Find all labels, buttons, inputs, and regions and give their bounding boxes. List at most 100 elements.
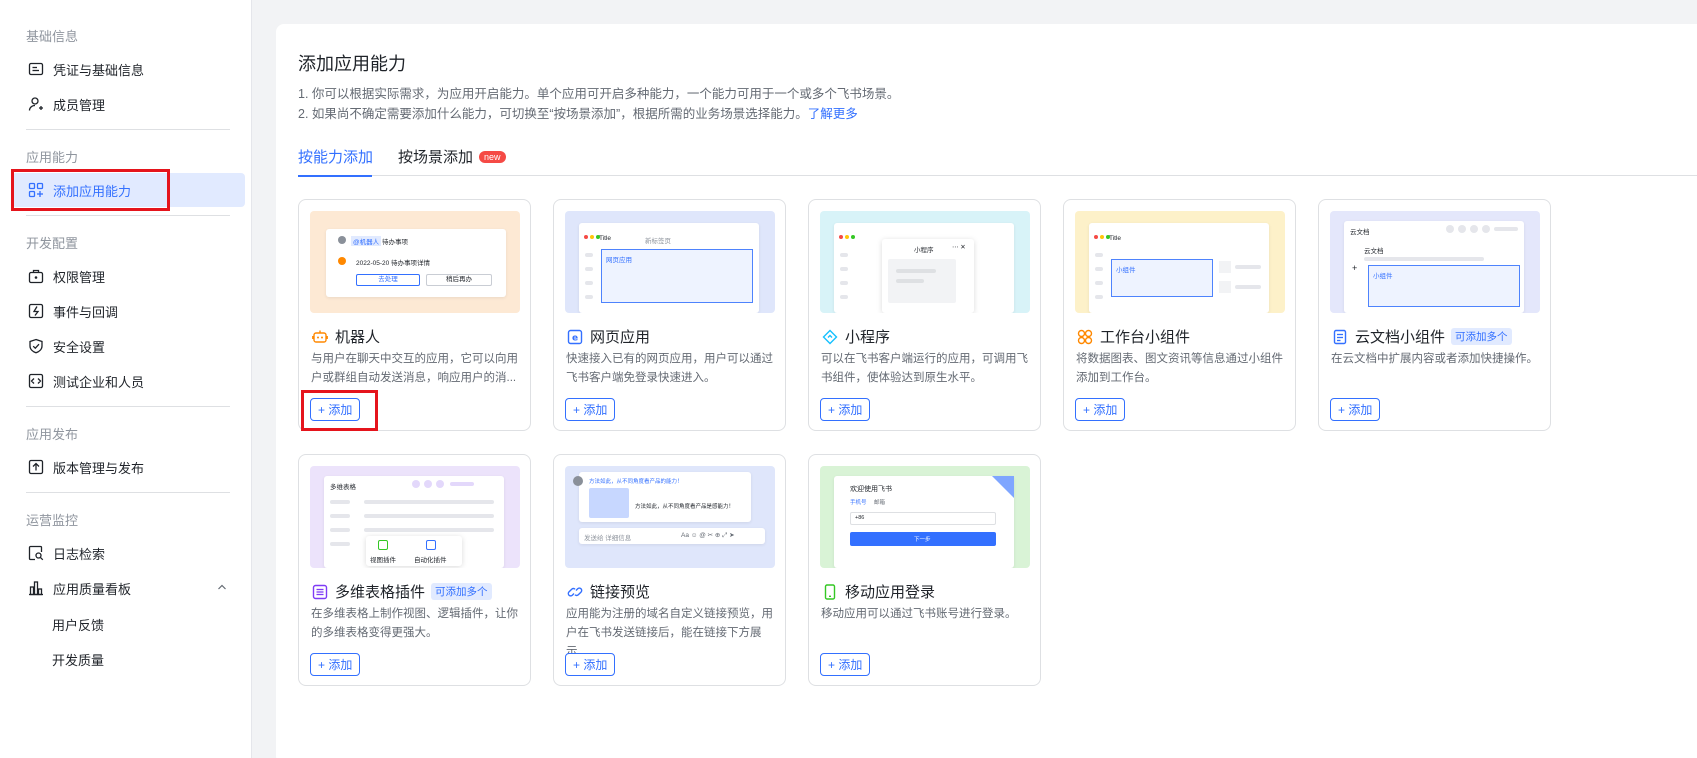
sidebar-item-security[interactable]: 安全设置 xyxy=(12,329,245,363)
sidebar-item-add-capability[interactable]: 添加应用能力 xyxy=(12,173,245,207)
phone-input: +86 xyxy=(850,512,996,525)
divider xyxy=(26,492,230,493)
card-description: 将数据图表、图文资讯等信息通过小组件添加到工作台。 xyxy=(1076,353,1283,384)
widget-icon xyxy=(1076,328,1094,346)
web-app-frame: 网页应用 xyxy=(601,249,753,303)
chat-input-placeholder: 发送给 详细信息 xyxy=(584,535,632,542)
multi-add-badge: 可添加多个 xyxy=(431,583,492,600)
test-icon xyxy=(27,372,45,390)
link-text-2: 方法如此，从不同角度看产品是感能力！ xyxy=(635,504,735,510)
automation-plugin-icon xyxy=(426,540,436,550)
card-title-text: 链接预览 xyxy=(590,584,651,601)
link-preview-preview: 方法如此，从不同角度看产品的能力！ 方法如此，从不同角度看产品是感能力！ 发送给… xyxy=(565,466,775,568)
login-tab-email: 邮箱 xyxy=(874,500,886,506)
link-thumbnail xyxy=(589,488,629,518)
add-mobile-login-button[interactable]: + 添加 xyxy=(820,653,871,676)
card-title-text: 工作台小组件 xyxy=(1100,329,1191,346)
doc-widget-frame: 小组件 xyxy=(1368,265,1520,307)
add-mini-program-button[interactable]: + 添加 xyxy=(820,398,871,421)
sidebar-item-versions[interactable]: 版本管理与发布 xyxy=(12,450,245,484)
card-title-text: 移动应用登录 xyxy=(845,584,936,601)
sidebar-item-label: 安全设置 xyxy=(53,339,106,355)
permission-icon xyxy=(27,267,45,285)
card-description: 快速接入已有的网页应用，用户可以通过飞书客户端免登录快速进入。 xyxy=(566,353,773,384)
sidebar: 基础信息 凭证与基础信息 成员管理 应用能力 添加应用能力 开发配置 权限管理 … xyxy=(0,0,252,758)
add-widget-button[interactable]: + 添加 xyxy=(1075,398,1126,421)
sidebar-subitem-dev-quality[interactable]: 开发质量 xyxy=(52,650,104,669)
add-bitable-plugin-button[interactable]: + 添加 xyxy=(310,653,361,676)
chevron-up-icon[interactable] xyxy=(217,582,227,595)
plugin-popover: 视图插件 自动化插件 xyxy=(366,536,462,566)
mini-program-title: 小程序 xyxy=(914,247,934,254)
sidebar-item-label: 版本管理与发布 xyxy=(53,460,145,476)
card-mini-program: 小程序 ⋯ ✕ 小程序 可以在飞书客户端运行的应用，可调用飞书组件，使体验达到原… xyxy=(808,199,1041,431)
card-title-text: 网页应用 xyxy=(590,329,651,346)
input-toolbar-icons: Aa ☺ @ ✂ ⊕ ⤢ ➤ xyxy=(681,532,735,539)
add-link-preview-button[interactable]: + 添加 xyxy=(565,653,616,676)
tab-by-capability[interactable]: 按能力添加 xyxy=(298,146,373,167)
add-web-app-button[interactable]: + 添加 xyxy=(565,398,616,421)
section-app-release: 应用发布 xyxy=(26,427,79,442)
sidebar-item-label: 权限管理 xyxy=(53,269,106,285)
bitable-window: 多维表格 视图插件 自动化插件 xyxy=(324,476,504,568)
robot-preview: @机器人 待办事项 2022-05-20 待办事项详情 去处理 稍后再办 xyxy=(310,211,520,313)
add-doc-widget-button[interactable]: + 添加 xyxy=(1330,398,1381,421)
card-doc-widget: 云文档 云文档 + 小组件 云文档小组件 可添加多个 在云文档中扩展内容或者添加… xyxy=(1318,199,1551,431)
log-search-icon xyxy=(27,544,45,562)
sidebar-subitem-user-feedback[interactable]: 用户反馈 xyxy=(52,615,104,634)
sidebar-item-label: 凭证与基础信息 xyxy=(53,62,145,78)
sidebar-item-label: 应用质量看板 xyxy=(53,581,132,597)
bar-chart-icon xyxy=(27,579,45,597)
sidebar-item-permissions[interactable]: 权限管理 xyxy=(12,259,245,293)
sidebar-item-log-search[interactable]: 日志检索 xyxy=(12,536,245,570)
divider xyxy=(26,215,230,216)
sidebar-item-events[interactable]: 事件与回调 xyxy=(12,294,245,328)
web-app-frame-label: 网页应用 xyxy=(606,257,632,264)
plus-icon: + xyxy=(1352,263,1358,273)
card-title: 链接预览 xyxy=(566,581,650,602)
member-icon xyxy=(27,95,45,113)
sidebar-item-quality-board[interactable]: 应用质量看板 xyxy=(12,571,245,605)
card-web-app: Title 新标签页 网页应用 e 网页应用 快速接入已有的网页应用，用户可以通… xyxy=(553,199,786,431)
robot-later-button: 稍后再办 xyxy=(426,274,492,286)
robot-icon xyxy=(311,328,329,346)
section-basic-info: 基础信息 xyxy=(26,29,79,44)
view-plugin-icon xyxy=(378,540,388,550)
bitable-preview: 多维表格 视图插件 自动化插件 xyxy=(310,466,520,568)
mobile-icon xyxy=(821,583,839,601)
doc-widget-preview: 云文档 云文档 + 小组件 xyxy=(1330,211,1540,313)
card-bitable-plugin: 多维表格 视图插件 自动化插件 多维表格插件 可添加多个 在多维表格上制作视图、… xyxy=(298,454,531,686)
card-title: 移动应用登录 xyxy=(821,581,935,602)
web-app-icon: e xyxy=(566,328,584,346)
login-tab-phone: 手机号 xyxy=(850,500,867,506)
add-robot-button[interactable]: + 添加 xyxy=(310,398,361,421)
doc-widget-frame-label: 小组件 xyxy=(1373,273,1393,280)
card-title: 小程序 xyxy=(821,326,890,347)
sidebar-item-credentials[interactable]: 凭证与基础信息 xyxy=(12,52,245,86)
qr-corner-icon xyxy=(992,476,1014,498)
description-line-2: 2. 如果尚不确定需要添加什么能力，可切换至“按场景添加”，根据所需的业务场景选… xyxy=(298,103,858,122)
sidebar-item-members[interactable]: 成员管理 xyxy=(12,87,245,121)
card-link-preview: 方法如此，从不同角度看产品的能力！ 方法如此，从不同角度看产品是感能力！ 发送给… xyxy=(553,454,786,686)
robot-message-card: @机器人 待办事项 2022-05-20 待办事项详情 去处理 稍后再办 xyxy=(326,229,506,297)
browser-tab-title: Title xyxy=(599,235,612,242)
sidebar-item-label: 测试企业和人员 xyxy=(53,374,145,390)
widget-preview: Title 小组件 xyxy=(1075,211,1285,313)
next-step-label: 下一步 xyxy=(914,537,931,543)
card-title: 云文档小组件 可添加多个 xyxy=(1331,326,1512,347)
mini-program-panel: 小程序 ⋯ ✕ xyxy=(882,239,974,313)
learn-more-link[interactable]: 了解更多 xyxy=(808,107,858,121)
new-badge: new xyxy=(479,151,506,163)
card-title-text: 云文档小组件 xyxy=(1355,329,1446,346)
svg-text:e: e xyxy=(572,333,578,343)
chat-input: 发送给 详细信息 Aa ☺ @ ✂ ⊕ ⤢ ➤ xyxy=(579,528,765,544)
next-step-button: 下一步 xyxy=(850,532,996,546)
sidebar-item-test-tenant[interactable]: 测试企业和人员 xyxy=(12,364,245,398)
country-code: +86 xyxy=(855,515,865,521)
card-title: e 网页应用 xyxy=(566,326,650,347)
sidebar-item-label: 成员管理 xyxy=(53,97,106,113)
tab-by-scenario[interactable]: 按场景添加 new xyxy=(398,146,506,167)
sidebar-item-label: 添加应用能力 xyxy=(53,183,132,199)
tab-bar: 按能力添加 按场景添加 new xyxy=(298,142,1697,177)
card-title-text: 小程序 xyxy=(845,329,891,346)
